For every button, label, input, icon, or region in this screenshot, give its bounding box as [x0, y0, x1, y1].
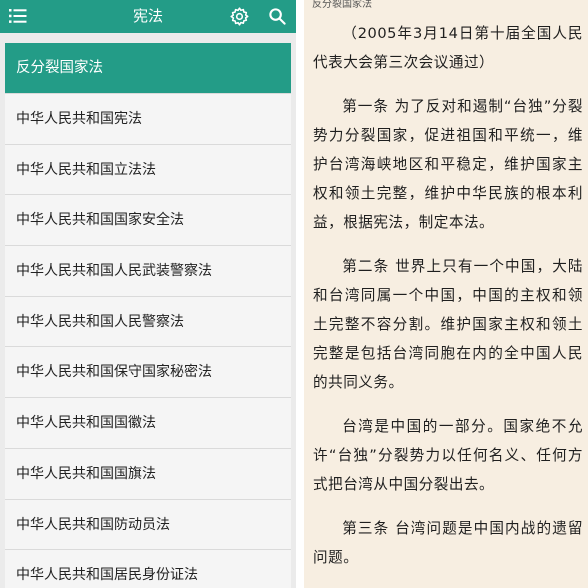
law-item[interactable]: 中华人民共和国国旗法 — [5, 448, 291, 500]
app-bar: 宪法 — [0, 0, 296, 33]
article-paragraph: 第一条 为了反对和遏制“台独”分裂势力分裂国家，促进祖国和平统一，维护台湾海峡地… — [313, 98, 583, 231]
adoption-note: （2005年3月14日第十届全国人民代表大会第三次会议通过） — [313, 25, 583, 71]
app-title: 宪法 — [132, 7, 163, 25]
reader-content[interactable]: （2005年3月14日第十届全国人民代表大会第三次会议通过） 第一条 为了反对和… — [313, 19, 583, 587]
law-item-selected[interactable]: 反分裂国家法 — [5, 43, 291, 94]
law-item[interactable]: 中华人民共和国防动员法 — [5, 499, 291, 551]
article-paragraph: 第二条 世界上只有一个中国，大陆和台湾同属一个中国，中国的主权和领土完整不容分割… — [313, 258, 583, 391]
reader-panel[interactable]: 反分裂国家法 （2005年3月14日第十届全国人民代表大会第三次会议通过） 第一… — [304, 0, 588, 588]
document-header: 反分裂国家法 — [312, 0, 372, 10]
article-paragraph: 台湾是中国的一部分。国家绝不允许“台独”分裂势力以任何名义、任何方式把台湾从中国… — [313, 418, 583, 493]
law-item[interactable]: 中华人民共和国国徽法 — [5, 398, 291, 449]
law-item[interactable]: 中华人民共和国宪法 — [5, 94, 291, 145]
law-item[interactable]: 中华人民共和国保守国家秘密法 — [5, 347, 291, 399]
search-icon[interactable] — [268, 7, 287, 26]
law-item[interactable]: 中华人民共和国人民武装警察法 — [5, 246, 291, 297]
law-item[interactable]: 中华人民共和国立法法 — [5, 144, 291, 196]
law-list: 反分裂国家法 中华人民共和国宪法 中华人民共和国立法法 中华人民共和国国家安全法… — [5, 43, 291, 588]
law-item[interactable]: 中华人民共和国国家安全法 — [5, 195, 291, 247]
law-item[interactable]: 中华人民共和国居民身份证法 — [5, 550, 291, 588]
gear-icon[interactable] — [229, 6, 250, 27]
article-paragraph: 第三条 台湾问题是中国内战的遗留问题。 — [313, 520, 583, 566]
law-item[interactable]: 中华人民共和国人民警察法 — [5, 296, 291, 348]
law-list-panel: 宪法 反分裂国家法 中华人民共和国宪法 中华人民共和国立法法 中华人民共和国国家… — [0, 0, 296, 588]
